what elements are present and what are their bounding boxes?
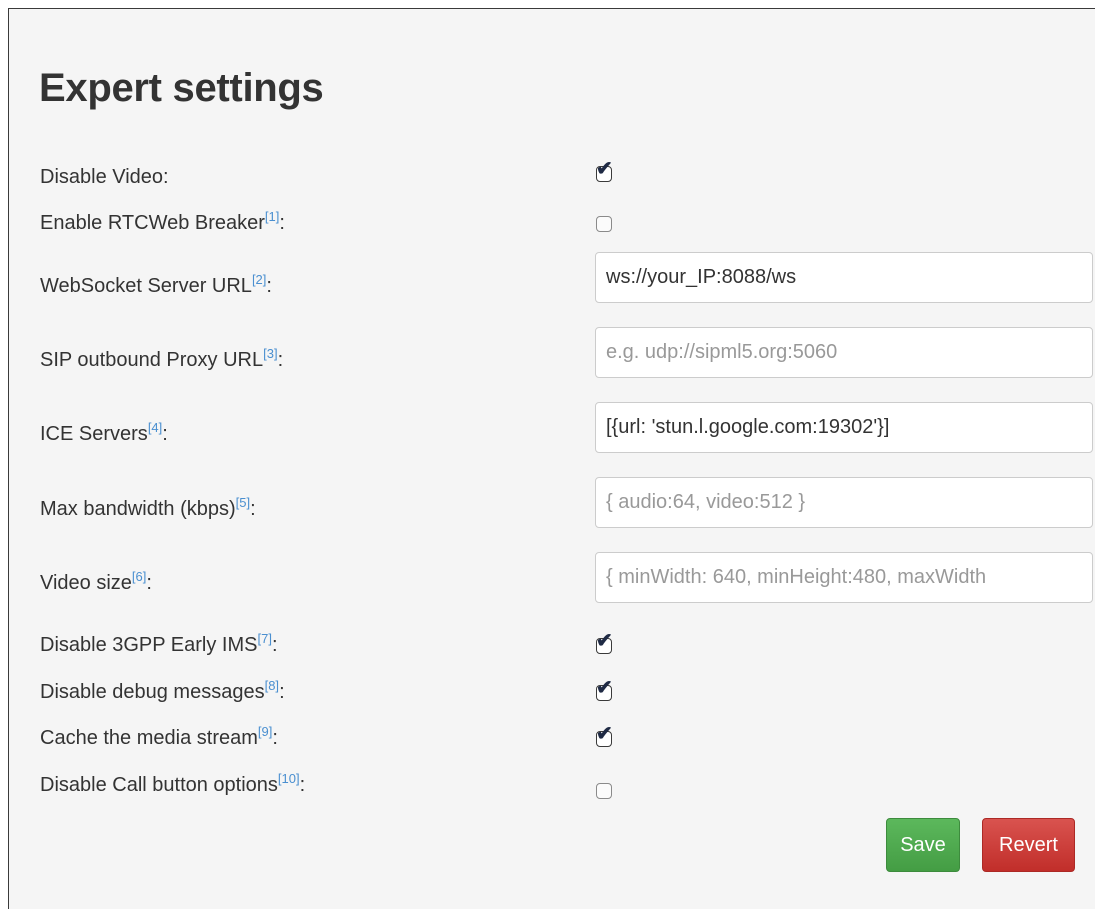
checkmark-icon: ✔ xyxy=(596,158,613,180)
max-bandwidth-label-text: Max bandwidth (kbps) xyxy=(40,498,236,520)
video-size-input[interactable] xyxy=(595,552,1093,603)
video-size-label-suffix: : xyxy=(146,572,152,594)
disable-video-checkbox[interactable]: ✔ xyxy=(596,159,613,182)
disable-call-options-label: Disable Call button options[10]: xyxy=(40,771,306,797)
websocket-url-label-text: WebSocket Server URL xyxy=(40,275,252,297)
ice-servers-label: ICE Servers[4]: xyxy=(40,420,168,446)
cache-media-label-suffix: : xyxy=(272,727,278,749)
sip-proxy-url-input[interactable] xyxy=(595,327,1093,378)
expert-settings-panel: Expert settings Disable Video: ✔ Enable … xyxy=(8,8,1095,909)
disable-debug-label: Disable debug messages[8]: xyxy=(40,678,285,704)
footnote-link-1[interactable]: [1] xyxy=(265,209,279,224)
footnote-link-5[interactable]: [5] xyxy=(236,495,250,510)
disable-call-options-checkbox[interactable] xyxy=(596,783,612,799)
disable-debug-label-suffix: : xyxy=(279,681,285,703)
revert-button[interactable]: Revert xyxy=(982,818,1075,872)
checkmark-icon: ✔ xyxy=(596,723,613,745)
footnote-link-9[interactable]: [9] xyxy=(258,724,272,739)
video-size-label: Video size[6]: xyxy=(40,569,152,595)
sip-proxy-url-label-text: SIP outbound Proxy URL xyxy=(40,349,264,371)
disable-video-label: Disable Video: xyxy=(40,166,169,189)
max-bandwidth-label-suffix: : xyxy=(250,498,256,520)
footnote-link-4[interactable]: [4] xyxy=(148,420,162,435)
cache-media-label-text: Cache the media stream xyxy=(40,727,258,749)
rtcweb-breaker-checkbox[interactable] xyxy=(596,216,612,232)
save-button[interactable]: Save xyxy=(886,818,960,872)
cache-media-label: Cache the media stream[9]: xyxy=(40,724,278,750)
websocket-url-label: WebSocket Server URL[2]: xyxy=(40,272,272,298)
disable-debug-checkbox[interactable]: ✔ xyxy=(596,678,613,701)
websocket-url-input[interactable] xyxy=(595,252,1093,303)
ice-servers-label-text: ICE Servers xyxy=(40,423,148,445)
footnote-link-10[interactable]: [10] xyxy=(278,771,300,786)
rtcweb-breaker-label: Enable RTCWeb Breaker[1]: xyxy=(40,209,285,235)
disable-early-ims-label-suffix: : xyxy=(271,634,278,656)
page-title: Expert settings xyxy=(39,66,324,110)
footnote-link-6[interactable]: [6] xyxy=(132,569,146,584)
disable-early-ims-label-text: Disable 3GPP Early IMS xyxy=(40,634,258,656)
checkmark-icon: ✔ xyxy=(596,677,613,699)
disable-early-ims-label: Disable 3GPP Early IMS[7]: xyxy=(40,631,278,657)
footnote-link-2[interactable]: [2] xyxy=(252,272,266,287)
footnote-link-8[interactable]: [8] xyxy=(265,678,279,693)
max-bandwidth-label: Max bandwidth (kbps)[5]: xyxy=(40,495,256,521)
sip-proxy-url-label-suffix: : xyxy=(277,349,284,371)
disable-video-label-text: Disable Video: xyxy=(40,166,169,188)
disable-call-options-label-suffix: : xyxy=(299,774,306,796)
disable-call-options-label-text: Disable Call button options xyxy=(40,774,278,796)
cache-media-checkbox[interactable]: ✔ xyxy=(596,724,613,747)
rtcweb-breaker-label-text: Enable RTCWeb Breaker xyxy=(40,212,265,234)
max-bandwidth-input[interactable] xyxy=(595,477,1093,528)
sip-proxy-url-label: SIP outbound Proxy URL[3]: xyxy=(40,346,284,372)
websocket-url-label-suffix: : xyxy=(266,275,272,297)
rtcweb-breaker-label-suffix: : xyxy=(279,212,285,234)
disable-debug-label-text: Disable debug messages xyxy=(40,681,265,703)
video-size-label-text: Video size xyxy=(40,572,132,594)
ice-servers-input[interactable] xyxy=(595,402,1093,453)
ice-servers-label-suffix: : xyxy=(162,423,168,445)
footnote-link-3[interactable]: [3] xyxy=(263,346,277,361)
footnote-link-7[interactable]: [7] xyxy=(258,631,272,646)
disable-early-ims-checkbox[interactable]: ✔ xyxy=(596,631,613,654)
checkmark-icon: ✔ xyxy=(596,630,613,652)
